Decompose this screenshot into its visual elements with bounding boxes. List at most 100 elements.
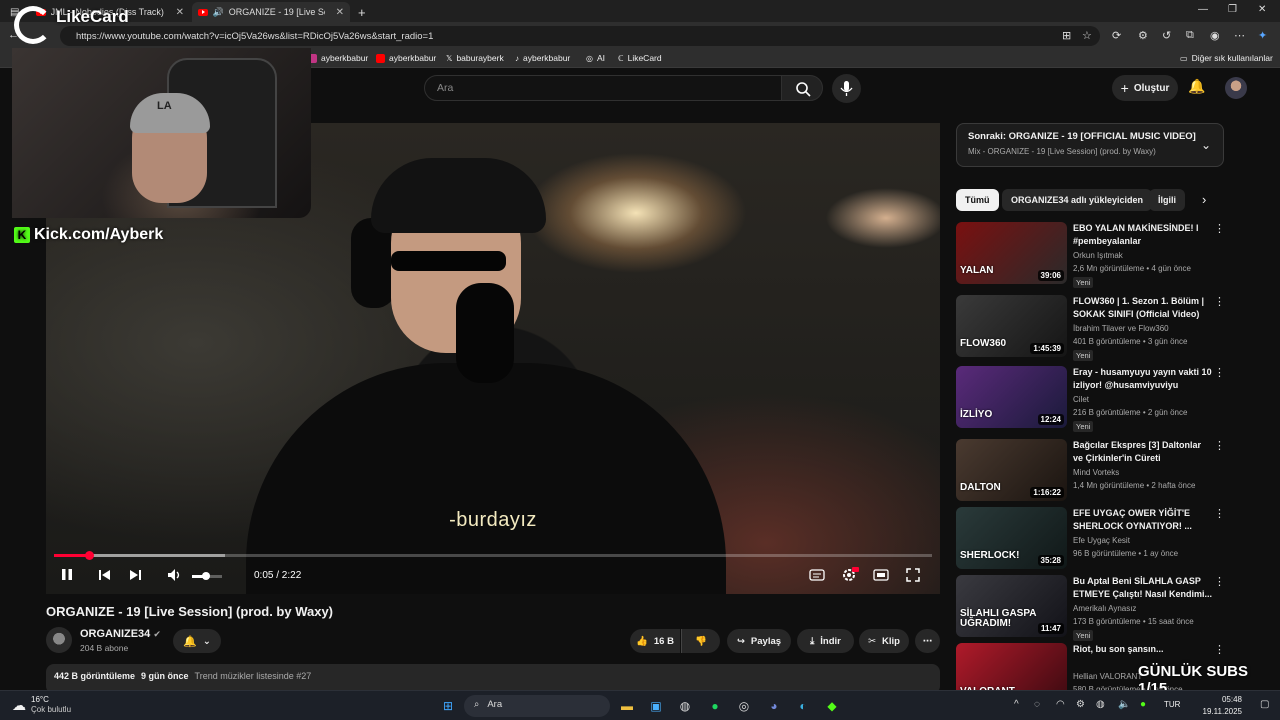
create-button[interactable]: + Oluştur xyxy=(1112,75,1178,101)
tray-mic-icon[interactable]: ● xyxy=(1140,699,1146,710)
maximize-icon[interactable]: ❐ xyxy=(1228,4,1237,15)
tray-wifi-icon[interactable]: ◠ xyxy=(1056,699,1065,710)
pause-button[interactable] xyxy=(60,567,74,586)
steam-icon[interactable]: ◍ xyxy=(675,696,695,716)
video-title[interactable]: Bağcılar Ekspres [3] Daltonlar ve Çirkin… xyxy=(1073,439,1213,464)
new-tab-button[interactable]: + xyxy=(352,2,372,22)
channel-name[interactable]: ORGANIZE34 ✔ xyxy=(80,628,161,640)
weather-widget[interactable]: ☁ 16°C Çok bulutlu xyxy=(12,695,71,715)
spotify-icon[interactable]: ● xyxy=(705,696,725,716)
more-actions-button[interactable]: ⋯ xyxy=(915,629,940,653)
channel-avatar[interactable] xyxy=(46,627,72,653)
download-button[interactable]: ⤓ İndir xyxy=(797,629,854,653)
recommended-video[interactable]: DALTON 1:16:22 Bağcılar Ekspres [3] Dalton… xyxy=(956,439,1226,505)
tray-settings-icon[interactable]: ⚙ xyxy=(1076,699,1085,710)
url-field[interactable]: https://www.youtube.com/watch?v=icOj5Va2… xyxy=(60,26,1100,46)
file-explorer-icon[interactable]: ▬ xyxy=(617,696,637,716)
taskbar-search[interactable]: ⌕ Ara xyxy=(464,695,610,717)
minimize-icon[interactable]: — xyxy=(1198,4,1208,15)
video-thumbnail[interactable]: VALORANT xyxy=(956,643,1067,690)
discord-icon[interactable]: ◕ xyxy=(764,696,784,716)
edge-icon[interactable]: ◐ xyxy=(793,696,813,716)
history-icon[interactable]: ↺ xyxy=(1162,29,1171,42)
chip-all[interactable]: Tümü xyxy=(956,189,999,211)
taskbar-clock[interactable]: 05:48 19.11.2025 xyxy=(1200,694,1242,718)
more-vertical-icon[interactable]: ⋮ xyxy=(1214,366,1225,379)
recommended-video[interactable]: SİLAHLI GASPA UĞRADIM! 11:47 Bu Aptal Beni… xyxy=(956,575,1226,641)
chevron-right-icon[interactable]: › xyxy=(1202,192,1206,207)
close-tab-icon[interactable]: ✕ xyxy=(336,7,344,18)
video-title[interactable]: FLOW360 | 1. Sezon 1. Bölüm | SOKAK SINI… xyxy=(1073,295,1213,320)
tray-chevron-icon[interactable]: ^ xyxy=(1014,699,1019,710)
previous-button[interactable] xyxy=(97,567,111,586)
speaker-icon[interactable]: 🔊 xyxy=(213,7,224,18)
search-button[interactable] xyxy=(781,75,823,101)
search-input[interactable]: Ara xyxy=(424,75,782,101)
close-window-icon[interactable]: ✕ xyxy=(1258,4,1266,15)
captions-button[interactable] xyxy=(809,567,825,586)
more-icon[interactable]: ⋯ xyxy=(1234,29,1245,42)
video-channel[interactable]: Cilet xyxy=(1073,395,1089,404)
recommended-video[interactable]: YALAN 39:06 EBO YALAN MAKİNESİNDE! l #pemb… xyxy=(956,222,1226,288)
close-tab-icon[interactable]: ✕ xyxy=(176,7,184,18)
more-vertical-icon[interactable]: ⋮ xyxy=(1214,222,1225,235)
obs-icon[interactable]: ◎ xyxy=(734,696,754,716)
progress-bar[interactable] xyxy=(54,551,932,560)
video-thumbnail[interactable]: DALTON 1:16:22 xyxy=(956,439,1067,501)
video-title[interactable]: EBO YALAN MAKİNESİNDE! l #pembeyalanlar xyxy=(1073,222,1213,247)
tray-volume-icon[interactable]: 🔈 xyxy=(1118,699,1130,710)
notification-center-icon[interactable]: ▢ xyxy=(1260,699,1269,710)
volume-slider[interactable] xyxy=(192,572,222,580)
voice-search-button[interactable] xyxy=(832,74,861,103)
recommended-video[interactable]: FLOW360 1:45:39 FLOW360 | 1. Sezon 1. Bölü… xyxy=(956,295,1226,361)
miniplayer-button[interactable] xyxy=(873,567,889,586)
chip-from-uploader[interactable]: ORGANIZE34 adlı yükleyiciden xyxy=(1002,189,1153,211)
app-icon[interactable]: ⊞ xyxy=(1062,29,1071,42)
video-channel[interactable]: Hellian VALORANT xyxy=(1073,672,1142,681)
more-vertical-icon[interactable]: ⋮ xyxy=(1214,643,1225,656)
more-vertical-icon[interactable]: ⋮ xyxy=(1214,575,1225,588)
video-channel[interactable]: Mind Vorteks xyxy=(1073,468,1119,477)
more-vertical-icon[interactable]: ⋮ xyxy=(1214,507,1225,520)
chevron-down-icon[interactable]: ⌄ xyxy=(1201,138,1211,152)
fullscreen-button[interactable] xyxy=(905,567,921,586)
favorite-star-icon[interactable]: ☆ xyxy=(1082,29,1092,42)
collections-icon[interactable]: ⧉ xyxy=(1186,29,1194,42)
settings-button[interactable] xyxy=(841,567,859,586)
video-channel[interactable]: Efe Uygaç Kesit xyxy=(1073,536,1130,545)
video-channel[interactable]: Orkun Işıtmak xyxy=(1073,251,1123,260)
tab-organize[interactable]: 🔊 ORGANIZE - 19 [Live Session ✕ xyxy=(192,2,350,22)
video-thumbnail[interactable]: YALAN 39:06 xyxy=(956,222,1067,284)
video-thumbnail[interactable]: İZLİYO 12:24 xyxy=(956,366,1067,428)
next-button[interactable] xyxy=(129,567,143,586)
up-next-panel[interactable]: Sonraki: ORGANIZE - 19 [OFFICIAL MUSIC V… xyxy=(956,123,1224,167)
dislike-button[interactable]: 👎 xyxy=(681,629,720,653)
video-title[interactable]: Eray - husamyuyu yayın vakti 10 izliyor!… xyxy=(1073,366,1213,391)
video-title[interactable]: EFE UYGAÇ OWER YİĞİT'E SHERLOCK OYNATIYO… xyxy=(1073,507,1213,532)
input-language[interactable]: TUR xyxy=(1164,700,1180,709)
video-thumbnail[interactable]: FLOW360 1:45:39 xyxy=(956,295,1067,357)
video-channel[interactable]: İbrahim Tilaver ve Flow360 xyxy=(1073,324,1169,333)
volume-knob[interactable] xyxy=(201,572,210,580)
tray-app-icon[interactable]: ◌ xyxy=(1034,699,1040,710)
subscription-bell-button[interactable]: 🔔 ⌄ xyxy=(173,629,221,653)
recommended-video[interactable]: SHERLOCK! 35:28 EFE UYGAÇ OWER YİĞİT'E SHE… xyxy=(956,507,1226,573)
mute-button[interactable] xyxy=(167,567,183,586)
clip-button[interactable]: ✂ Klip xyxy=(859,629,909,653)
other-bookmarks[interactable]: ▭ Diğer sık kullanılanlar xyxy=(1180,53,1273,63)
extension-puzzle-icon[interactable]: ⚙ xyxy=(1138,29,1148,42)
extensions-icon[interactable]: ⟳ xyxy=(1112,29,1121,42)
video-channel[interactable]: Amerikalı Aynasız xyxy=(1073,604,1136,613)
tray-steam-icon[interactable]: ◍ xyxy=(1096,699,1105,710)
notifications-bell-icon[interactable]: 🔔 xyxy=(1188,78,1205,95)
bookmark-item[interactable]: ayberkbabur xyxy=(308,53,368,63)
trend-rank[interactable]: Trend müzikler listesinde #27 xyxy=(195,671,312,687)
chip-related[interactable]: İlgili xyxy=(1149,189,1185,211)
more-vertical-icon[interactable]: ⋮ xyxy=(1214,439,1225,452)
video-title[interactable]: Bu Aptal Beni SİLAHLA GASP ETMEYE Çalışt… xyxy=(1073,575,1213,600)
video-title[interactable]: Riot, bu son şansın... xyxy=(1073,643,1213,656)
copilot-icon[interactable]: ✦ xyxy=(1258,29,1267,42)
more-vertical-icon[interactable]: ⋮ xyxy=(1214,295,1225,308)
recommended-video[interactable]: İZLİYO 12:24 Eray - husamyuyu yayın vakti … xyxy=(956,366,1226,432)
windows-start-icon[interactable]: ⊞ xyxy=(438,696,458,716)
